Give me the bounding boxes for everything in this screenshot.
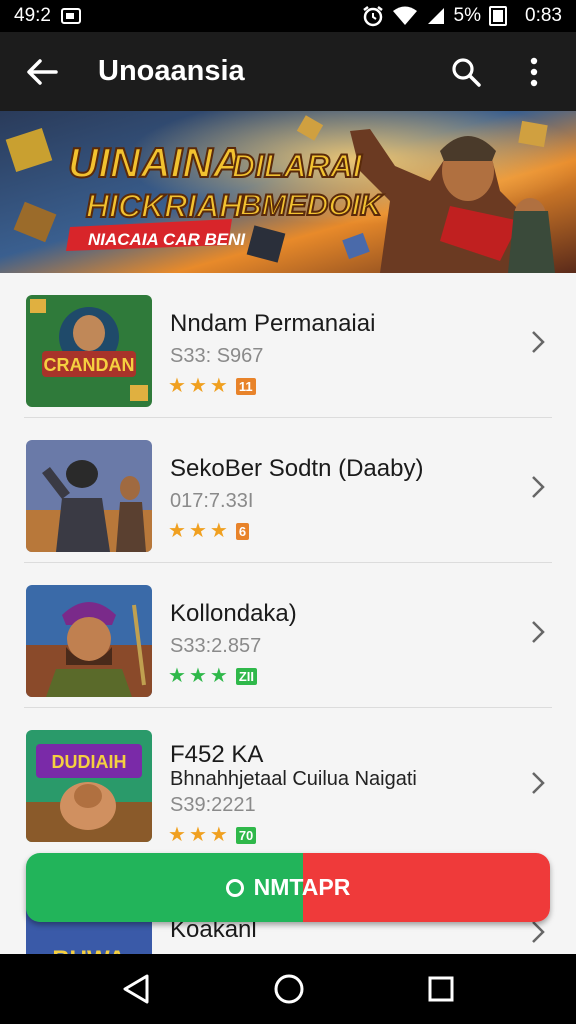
home-nav-button[interactable] <box>273 973 305 1005</box>
page-title: Unoaansia <box>98 55 245 87</box>
fab-label: NMTAPR <box>253 874 351 900</box>
star-icon: ★ <box>188 824 207 846</box>
banner-line2: HICKRIAH <box>86 188 243 224</box>
rating-badge: 70 <box>235 826 257 844</box>
star-icon: ★ <box>168 665 186 687</box>
game-title: Nndam Permanaiai <box>170 310 376 337</box>
fab-label-wrap: NMTAPR <box>26 853 550 922</box>
star-icon: ★ <box>168 375 186 397</box>
star-icon: ★ <box>188 375 207 397</box>
game-meta: S39:2221 <box>170 794 256 816</box>
banner-art: UINAINA HICKRIAH NIACAIA CAR BENI DILARA… <box>0 111 576 273</box>
rating-stars: ★ ★ ★ 70 <box>168 824 257 846</box>
game-meta: S33:2.857 <box>170 635 262 657</box>
search-button[interactable] <box>444 50 488 94</box>
star-icon: ★ <box>168 824 186 846</box>
search-icon <box>452 57 481 87</box>
list-item[interactable]: DUDIAIH F452 KA Bhnahhjetaal Cuilua Naig… <box>0 708 576 853</box>
game-thumbnail <box>26 585 152 697</box>
banner-line1: UINAINA <box>68 139 243 186</box>
game-thumbnail <box>26 440 152 552</box>
thumb-label: BUWA <box>52 946 125 954</box>
status-clock: 0:83 <box>525 5 562 26</box>
game-list: CRANDAN Nndam Permanaiai S33: S967 ★ ★ ★… <box>0 273 576 954</box>
system-nav-bar <box>0 954 576 1024</box>
star-icon: ★ <box>209 824 228 846</box>
alarm-icon <box>362 6 383 27</box>
rating-stars: ★ ★ ★ 6 <box>168 520 250 542</box>
list-item[interactable]: SekoBer Sodtn (Daaby) 017:7.33I ★ ★ ★ 6 <box>0 418 576 563</box>
app-bar: Unoaansia <box>0 32 576 111</box>
rating-badge: 6 <box>235 522 250 540</box>
thumb-label: DUDIAIH <box>52 752 127 772</box>
game-title: Kollondaka) <box>170 600 297 627</box>
chevron-right-icon <box>532 921 545 943</box>
game-title: F452 KA <box>170 741 264 768</box>
chevron-right-icon <box>532 772 545 794</box>
game-meta: S33: S967 <box>170 345 264 367</box>
circle-icon <box>225 878 244 897</box>
notification-icon <box>60 8 81 24</box>
status-bar: 49:2 5% 0:83 <box>0 0 576 32</box>
star-icon: ★ <box>168 520 186 542</box>
game-meta: 017:7.33I <box>170 490 254 512</box>
rating-stars: ★ ★ ★ 11 <box>168 376 256 396</box>
back-button[interactable] <box>20 50 64 94</box>
chevron-right-icon <box>532 476 545 498</box>
chevron-right-icon <box>532 331 545 353</box>
promo-banner[interactable]: UINAINA HICKRIAH NIACAIA CAR BENI DILARA… <box>0 111 576 273</box>
game-subtitle: Bhnahhjetaal Cuilua Naigati <box>170 768 417 790</box>
list-item[interactable]: Kollondaka) S33:2.857 ★ ★ ★ ZII <box>0 563 576 708</box>
back-nav-button[interactable] <box>121 973 151 1005</box>
rating-badge: ZII <box>235 667 257 685</box>
star-icon: ★ <box>188 665 207 687</box>
overflow-menu-button[interactable] <box>512 50 556 94</box>
game-thumbnail: DUDIAIH <box>26 730 152 842</box>
more-vert-icon <box>530 57 538 86</box>
star-icon: ★ <box>209 375 228 397</box>
banner-ribbon: NIACAIA CAR BENI <box>88 230 246 249</box>
arrow-left-icon <box>27 58 58 85</box>
game-thumbnail: CRANDAN <box>26 295 152 407</box>
chevron-right-icon <box>532 621 545 643</box>
list-item[interactable]: CRANDAN Nndam Permanaiai S33: S967 ★ ★ ★… <box>0 273 576 418</box>
primary-action-button[interactable]: NMTAPR <box>26 853 550 922</box>
star-icon: ★ <box>188 520 207 542</box>
battery-percent: 5% <box>453 5 482 26</box>
banner-line3: DILARAI <box>232 148 363 184</box>
signal-icon <box>427 8 444 24</box>
star-icon: ★ <box>209 520 228 542</box>
game-title: SekoBer Sodtn (Daaby) <box>170 455 424 482</box>
banner-line4: BMEDOIK <box>240 189 384 222</box>
recents-nav-button[interactable] <box>427 975 455 1003</box>
star-icon: ★ <box>209 665 228 687</box>
thumb-label: CRANDAN <box>44 355 135 375</box>
rating-badge: 11 <box>235 377 256 395</box>
battery-icon <box>489 6 508 26</box>
rating-stars: ★ ★ ★ ZII <box>168 666 257 686</box>
wifi-icon <box>392 6 417 25</box>
status-time: 49:2 <box>14 5 51 26</box>
